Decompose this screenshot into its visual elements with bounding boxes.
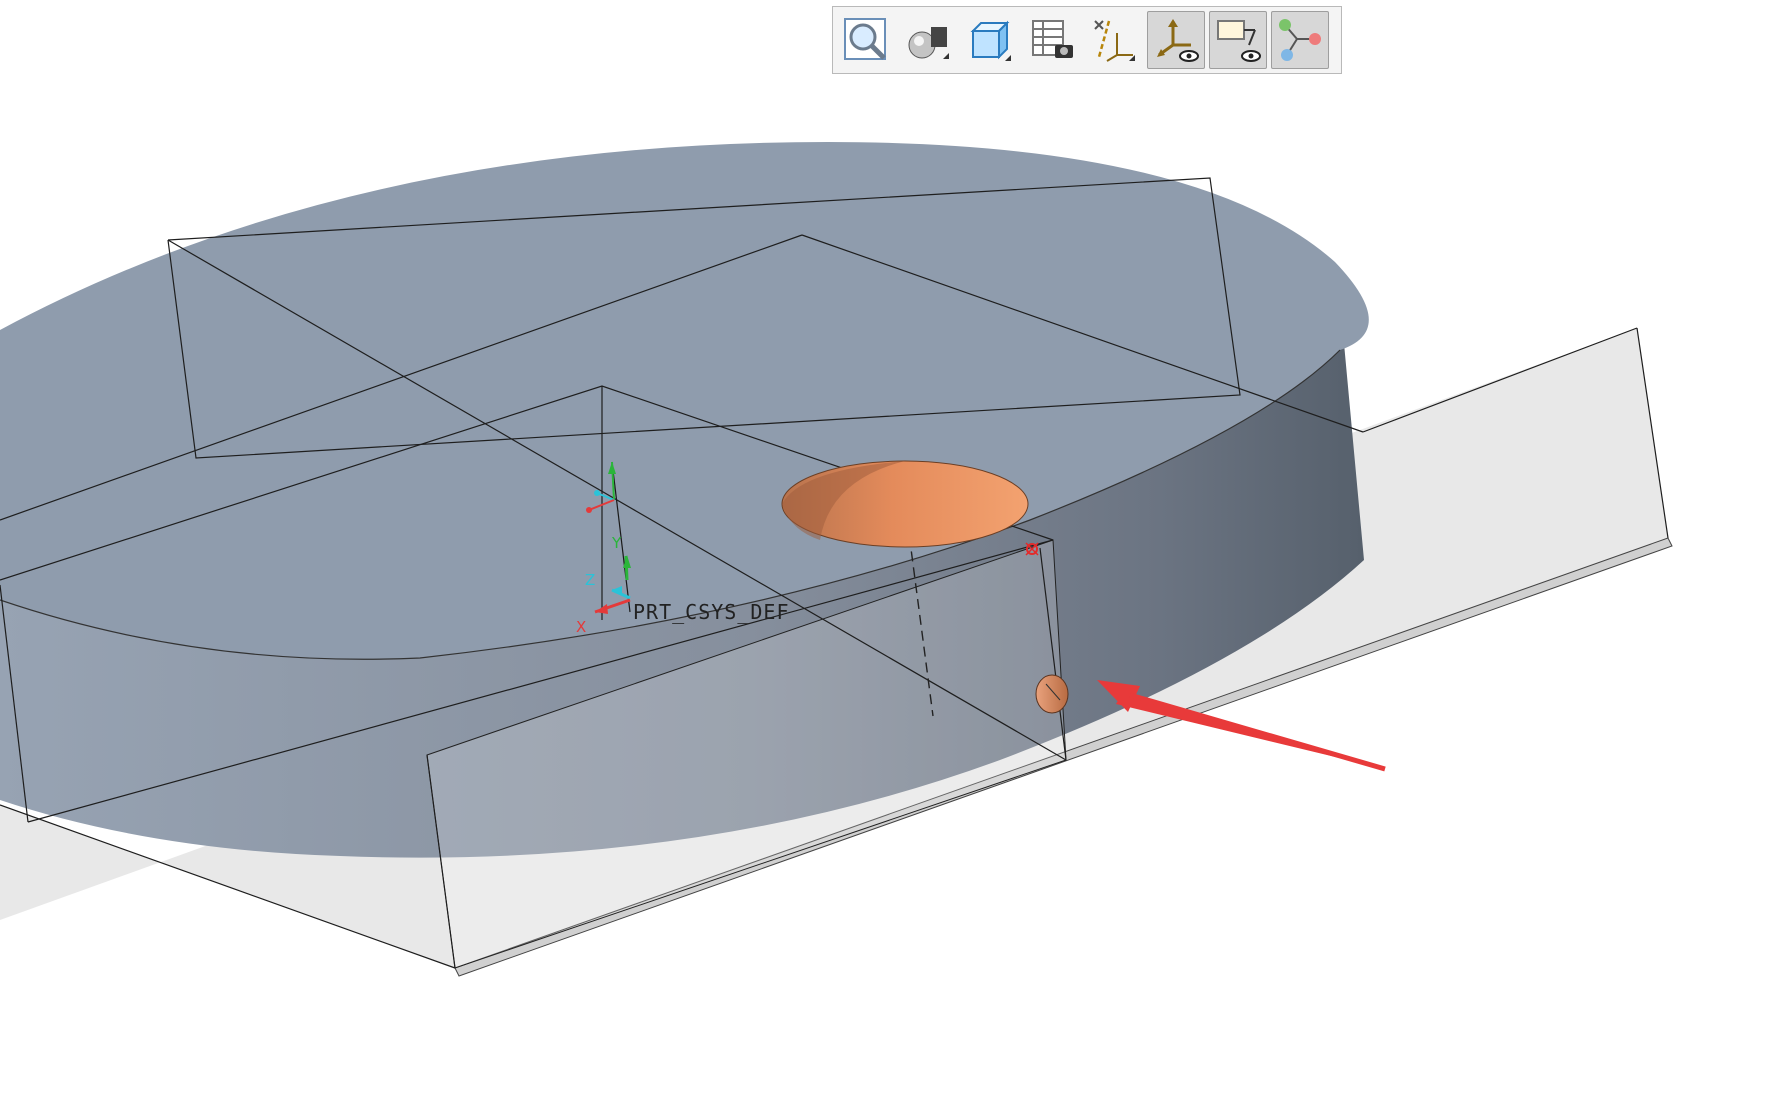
3d-viewport[interactable]: Y Z X PRT_CSYS_DEF	[0, 0, 1769, 1099]
csys-display-icon	[1157, 19, 1199, 62]
saved-orientations-button[interactable]	[961, 11, 1019, 69]
axis-z-label: Z	[585, 571, 595, 589]
view-manager-button[interactable]	[1023, 11, 1081, 69]
selection-marker[interactable]	[1025, 542, 1039, 556]
axis-y-label: Y	[611, 534, 622, 552]
datum-display-filters-button[interactable]	[1085, 11, 1143, 69]
annotation-display-button[interactable]	[1209, 11, 1267, 69]
csys-label: PRT_CSYS_DEF	[633, 600, 790, 624]
datum-display-filters-icon	[1094, 20, 1135, 62]
graphics-toolbar	[832, 6, 1342, 74]
display-style-button[interactable]	[899, 11, 957, 69]
side-hole[interactable]	[1035, 674, 1069, 714]
zoom-refit-icon	[844, 18, 886, 60]
zoom-refit-button[interactable]	[837, 11, 895, 69]
spin-center-button[interactable]	[1271, 11, 1329, 69]
display-style-icon	[908, 27, 949, 59]
csys-display-button[interactable]	[1147, 11, 1205, 69]
annotation-display-icon	[1217, 20, 1261, 62]
view-manager-icon	[1032, 20, 1073, 58]
spin-center-icon	[1279, 19, 1321, 61]
saved-orientations-icon	[970, 20, 1011, 61]
axis-x-label: X	[576, 618, 586, 636]
model-canvas[interactable]: Y Z X PRT_CSYS_DEF	[0, 0, 1769, 1099]
